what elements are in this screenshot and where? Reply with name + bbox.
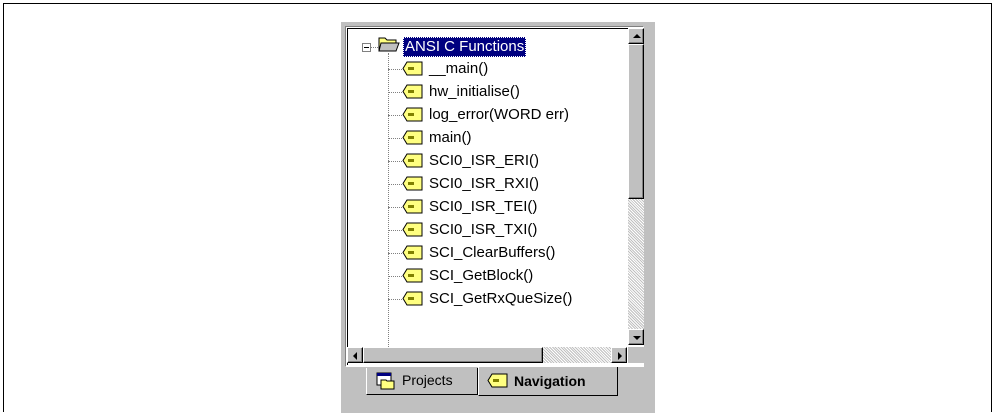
tab-projects[interactable]: Projects xyxy=(366,368,478,395)
tree-connector xyxy=(388,69,402,70)
function-tag-icon xyxy=(402,176,423,191)
tree-connector xyxy=(388,53,389,349)
tab-projects-label: Projects xyxy=(402,372,453,388)
tree-connector xyxy=(388,92,402,93)
function-tag-icon xyxy=(402,199,423,214)
tree-connector xyxy=(371,47,378,48)
scroll-right-button[interactable] xyxy=(611,347,627,363)
tree-connector xyxy=(388,138,402,139)
function-tag-icon xyxy=(402,84,423,99)
horizontal-scroll-thumb[interactable] xyxy=(363,347,543,363)
tree-item-label: SCI_GetRxQueSize() xyxy=(429,290,573,307)
arrow-up-icon xyxy=(633,34,641,38)
folder-open-icon xyxy=(378,37,400,52)
tree-connector xyxy=(388,276,402,277)
tree-item-label: main() xyxy=(429,129,472,146)
tree-connector xyxy=(388,253,402,254)
tree-item-label: SCI0_ISR_ERI() xyxy=(429,152,540,169)
function-tag-icon xyxy=(402,245,423,260)
function-tree[interactable]: ANSI C Functions __main() hw_initialise()… xyxy=(345,26,644,367)
collapse-toggle-icon[interactable] xyxy=(362,43,371,52)
vertical-scroll-thumb[interactable] xyxy=(628,44,644,199)
arrow-left-icon xyxy=(353,352,357,360)
tree-connector xyxy=(388,184,402,185)
scroll-up-button[interactable] xyxy=(628,28,644,44)
function-tag-icon xyxy=(402,291,423,306)
tree-connector xyxy=(388,115,402,116)
tree-item-label: SCI_ClearBuffers() xyxy=(429,244,556,261)
function-tag-icon xyxy=(402,107,423,122)
tree-connector xyxy=(388,299,402,300)
arrow-down-icon xyxy=(633,336,641,340)
tree-item-label: hw_initialise() xyxy=(429,83,520,100)
vertical-scrollbar[interactable] xyxy=(628,28,644,345)
tree-item-label: SCI0_ISR_RXI() xyxy=(429,175,540,192)
projects-icon xyxy=(376,372,395,390)
tab-navigation-label: Navigation xyxy=(514,373,586,389)
function-tag-icon xyxy=(402,61,423,76)
scroll-down-button[interactable] xyxy=(628,329,644,345)
tree-item-label: __main() xyxy=(429,60,489,77)
tree-item-label: log_error(WORD err) xyxy=(429,106,570,123)
tree-connector xyxy=(388,207,402,208)
function-tag-icon xyxy=(402,153,423,168)
function-tag-icon xyxy=(402,268,423,283)
function-tag-icon xyxy=(402,222,423,237)
tree-item-label: SCI_GetBlock() xyxy=(429,267,534,284)
tree-root-label[interactable]: ANSI C Functions xyxy=(403,37,527,57)
tab-bar: Projects Navigation xyxy=(341,367,655,413)
function-tag-icon xyxy=(402,130,423,145)
tree-connector xyxy=(388,161,402,162)
scrollbar-corner xyxy=(628,347,644,363)
function-tag-icon xyxy=(487,373,508,388)
tree-connector xyxy=(388,230,402,231)
tree-item-label: SCI0_ISR_TXI() xyxy=(429,221,538,238)
tab-navigation[interactable]: Navigation xyxy=(478,367,618,396)
tree-item-label: SCI0_ISR_TEI() xyxy=(429,198,538,215)
horizontal-scrollbar[interactable] xyxy=(347,347,627,363)
navigation-window: ANSI C Functions __main() hw_initialise()… xyxy=(341,22,655,413)
arrow-right-icon xyxy=(618,352,622,360)
scroll-left-button[interactable] xyxy=(347,347,363,363)
